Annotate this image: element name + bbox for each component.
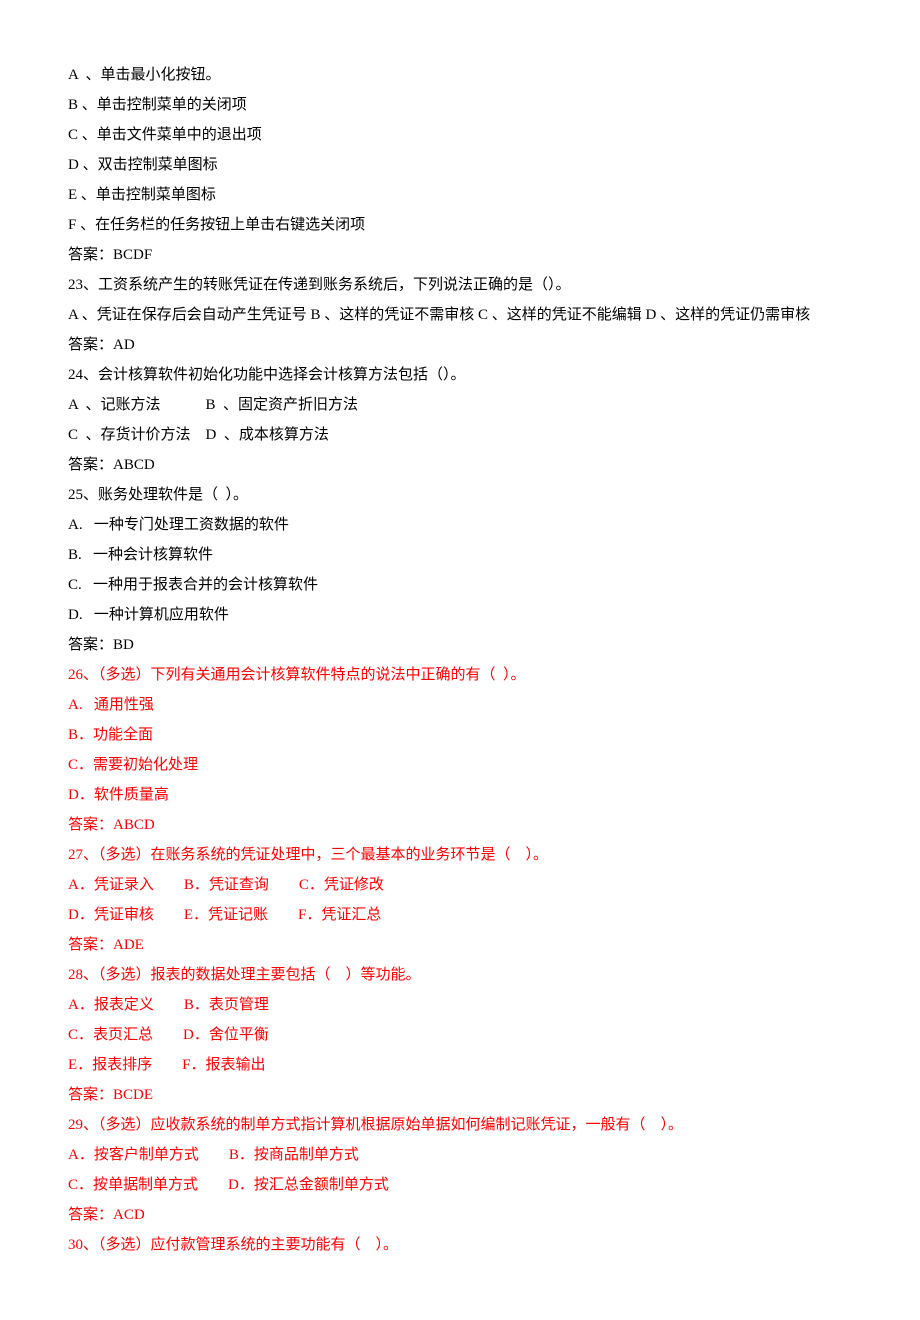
text-line: D．软件质量高 (68, 780, 852, 810)
text-line: 答案：ABCD (68, 450, 852, 480)
text-line: 26、（多选）下列有关通用会计核算软件特点的说法中正确的有（ ）。 (68, 660, 852, 690)
text-line: C. 一种用于报表合并的会计核算软件 (68, 570, 852, 600)
text-line: 答案：AD (68, 330, 852, 360)
text-line: 29、（多选）应收款系统的制单方式指计算机根据原始单据如何编制记账凭证，一般有（… (68, 1110, 852, 1140)
text-line: 答案：BD (68, 630, 852, 660)
text-line: F 、在任务栏的任务按钮上单击右键选关闭项 (68, 210, 852, 240)
text-line: B. 一种会计核算软件 (68, 540, 852, 570)
text-line: A．报表定义 B．表页管理 (68, 990, 852, 1020)
text-line: D．凭证审核 E．凭证记账 F．凭证汇总 (68, 900, 852, 930)
text-line: 答案：ACD (68, 1200, 852, 1230)
text-line: A 、单击最小化按钮。 (68, 60, 852, 90)
text-line: C．表页汇总 D．舍位平衡 (68, 1020, 852, 1050)
text-line: 答案：BCDF (68, 240, 852, 270)
text-line: 答案：BCDE (68, 1080, 852, 1110)
text-line: A．凭证录入 B．凭证查询 C．凭证修改 (68, 870, 852, 900)
text-line: 25、账务处理软件是（ ）。 (68, 480, 852, 510)
text-line: 答案：ABCD (68, 810, 852, 840)
document-body: A 、单击最小化按钮。B 、单击控制菜单的关闭项C 、单击文件菜单中的退出项D … (68, 60, 852, 1260)
text-line: C 、单击文件菜单中的退出项 (68, 120, 852, 150)
text-line: 23、工资系统产生的转账凭证在传递到账务系统后，下列说法正确的是（）。 (68, 270, 852, 300)
text-line: C．需要初始化处理 (68, 750, 852, 780)
text-line: D. 一种计算机应用软件 (68, 600, 852, 630)
text-line: 24、会计核算软件初始化功能中选择会计核算方法包括（）。 (68, 360, 852, 390)
text-line: D 、双击控制菜单图标 (68, 150, 852, 180)
text-line: 答案：ADE (68, 930, 852, 960)
text-line: A 、凭证在保存后会自动产生凭证号 B 、这样的凭证不需审核 C 、这样的凭证不… (68, 300, 852, 330)
text-line: B．功能全面 (68, 720, 852, 750)
text-line: E 、单击控制菜单图标 (68, 180, 852, 210)
text-line: A. 通用性强 (68, 690, 852, 720)
text-line: A 、记账方法 B 、固定资产折旧方法 (68, 390, 852, 420)
text-line: C．按单据制单方式 D．按汇总金额制单方式 (68, 1170, 852, 1200)
text-line: A. 一种专门处理工资数据的软件 (68, 510, 852, 540)
text-line: 27、（多选）在账务系统的凭证处理中，三个最基本的业务环节是（ ）。 (68, 840, 852, 870)
text-line: B 、单击控制菜单的关闭项 (68, 90, 852, 120)
text-line: A．按客户制单方式 B．按商品制单方式 (68, 1140, 852, 1170)
text-line: C 、存货计价方法 D 、成本核算方法 (68, 420, 852, 450)
text-line: 30、（多选）应付款管理系统的主要功能有（ ）。 (68, 1230, 852, 1260)
text-line: 28、（多选）报表的数据处理主要包括（ ）等功能。 (68, 960, 852, 990)
text-line: E．报表排序 F．报表输出 (68, 1050, 852, 1080)
